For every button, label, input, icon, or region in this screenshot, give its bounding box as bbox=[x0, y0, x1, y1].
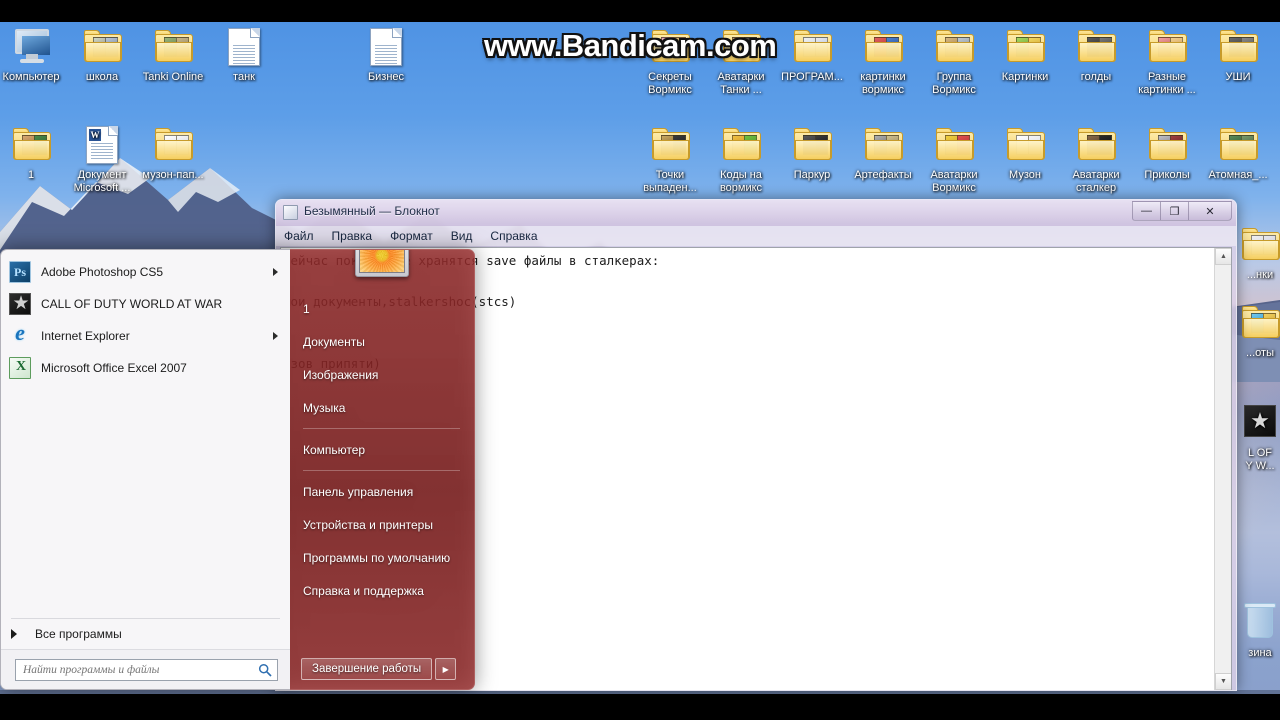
start-menu-right-item-computer[interactable]: Компьютер bbox=[290, 433, 474, 466]
internet-explorer-icon bbox=[9, 320, 31, 347]
notepad-app-icon bbox=[283, 205, 298, 220]
start-menu-item-label: Internet Explorer bbox=[41, 329, 130, 343]
divider bbox=[303, 470, 460, 471]
scroll-up-arrow[interactable]: ▲ bbox=[1215, 248, 1231, 265]
bandicam-watermark: www.Bandicam.com bbox=[484, 28, 777, 63]
start-menu-right-label: Компьютер bbox=[303, 442, 366, 457]
all-programs-button[interactable]: Все программы bbox=[1, 619, 290, 649]
screen: www.Bandicam.com Компьютер школа Tanki O… bbox=[0, 0, 1280, 720]
minimize-button[interactable]: — bbox=[1132, 201, 1161, 221]
start-menu-right-label: Справка и поддержка bbox=[303, 583, 424, 598]
maximize-button[interactable]: ❐ bbox=[1160, 201, 1189, 221]
shutdown-options-arrow[interactable]: ▶ bbox=[435, 658, 457, 680]
start-menu-right-panel: 1 Документы Изображения Музыка Компьютер… bbox=[290, 249, 475, 690]
start-menu-right-label: Устройства и принтеры bbox=[303, 517, 433, 532]
menu-view[interactable]: Вид bbox=[451, 229, 473, 243]
desktop-icon-label: УШИ bbox=[1225, 71, 1251, 83]
start-menu-right-label: Музыка bbox=[303, 400, 346, 415]
desktop-icon-label: танк bbox=[233, 71, 255, 83]
notepad-menubar: Файл Правка Формат Вид Справка bbox=[276, 226, 1236, 246]
chevron-right-icon bbox=[273, 268, 278, 276]
menu-help[interactable]: Справка bbox=[490, 229, 537, 243]
start-menu-right-item-user[interactable]: 1 bbox=[290, 292, 474, 325]
start-menu-item-call-of-duty[interactable]: CALL OF DUTY WORLD AT WAR bbox=[1, 288, 290, 320]
folder-icon bbox=[1192, 24, 1280, 70]
start-menu-right-label: Панель управления bbox=[303, 484, 414, 499]
desktop-icon-label: Бизнес bbox=[367, 71, 405, 83]
start-menu-right-item-documents[interactable]: Документы bbox=[290, 325, 474, 358]
search-box[interactable] bbox=[15, 658, 278, 681]
all-programs-section: Все программы bbox=[1, 618, 290, 649]
notepad-scrollbar[interactable]: ▲ ▼ bbox=[1214, 248, 1231, 690]
start-menu-item-photoshop[interactable]: Ps Adobe Photoshop CS5 bbox=[1, 256, 290, 288]
start-menu-right-item-default-programs[interactable]: Программы по умолчанию bbox=[290, 541, 474, 574]
flower-avatar-image bbox=[359, 250, 405, 273]
notepad-title: Безымянный — Блокнот bbox=[304, 204, 440, 218]
start-menu-item-label: CALL OF DUTY WORLD AT WAR bbox=[41, 297, 223, 311]
start-menu-right-item-help-support[interactable]: Справка и поддержка bbox=[290, 574, 474, 607]
notepad-titlebar[interactable]: Безымянный — Блокнот — ❐ ✕ bbox=[276, 200, 1236, 226]
window-controls: — ❐ ✕ bbox=[1132, 201, 1232, 222]
desktop-icon-label: музон-пап... bbox=[142, 169, 204, 181]
document-icon bbox=[340, 24, 432, 70]
menu-file[interactable]: Файл bbox=[284, 229, 314, 243]
folder-icon bbox=[127, 122, 219, 168]
start-menu-right-label: Документы bbox=[303, 334, 365, 349]
desktop-icon-tank[interactable]: танк bbox=[198, 24, 290, 84]
scroll-down-arrow[interactable]: ▼ bbox=[1215, 673, 1231, 690]
letterbox-top bbox=[0, 0, 1280, 22]
divider bbox=[303, 428, 460, 429]
chevron-right-icon bbox=[273, 332, 278, 340]
shutdown-section: Завершение работы ▶ bbox=[290, 658, 474, 689]
shutdown-button[interactable]: Завершение работы bbox=[301, 658, 433, 680]
search-icon[interactable] bbox=[258, 663, 272, 677]
excel-icon bbox=[9, 357, 32, 379]
start-menu-right-label: 1 bbox=[303, 301, 310, 316]
start-menu-item-label: Microsoft Office Excel 2007 bbox=[41, 361, 187, 375]
all-programs-label: Все программы bbox=[35, 627, 122, 641]
letterbox-bottom bbox=[0, 694, 1280, 720]
start-menu-search-section bbox=[1, 649, 290, 689]
search-input[interactable] bbox=[23, 663, 273, 676]
start-menu-right-label: Программы по умолчанию bbox=[303, 550, 451, 565]
avatar[interactable] bbox=[355, 250, 409, 277]
start-menu-right-item-pictures[interactable]: Изображения bbox=[290, 358, 474, 391]
call-of-duty-icon bbox=[9, 292, 32, 315]
close-button[interactable]: ✕ bbox=[1188, 201, 1232, 221]
desktop-icon-atomnaya[interactable]: Атомная_... bbox=[1192, 122, 1280, 182]
desktop-icon-muzon-papka[interactable]: музон-пап... bbox=[127, 122, 219, 182]
desktop-icon-ushi[interactable]: УШИ bbox=[1192, 24, 1280, 84]
start-menu-right-label: Изображения bbox=[303, 367, 379, 382]
start-menu-item-internet-explorer[interactable]: Internet Explorer bbox=[1, 320, 290, 352]
start-menu[interactable]: Ps Adobe Photoshop CS5 CALL OF DUTY WORL… bbox=[0, 249, 475, 690]
start-menu-right-item-music[interactable]: Музыка bbox=[290, 391, 474, 424]
start-menu-right-item-devices-printers[interactable]: Устройства и принтеры bbox=[290, 508, 474, 541]
folder-icon bbox=[1192, 122, 1280, 168]
desktop-icon-label: Атомная_... bbox=[1208, 169, 1268, 181]
desktop-icon-biznes[interactable]: Бизнес bbox=[340, 24, 432, 84]
chevron-right-icon bbox=[11, 629, 17, 639]
start-menu-item-label: Adobe Photoshop CS5 bbox=[41, 265, 164, 279]
start-menu-item-excel[interactable]: Microsoft Office Excel 2007 bbox=[1, 352, 290, 384]
document-icon bbox=[198, 24, 290, 70]
photoshop-icon: Ps bbox=[9, 261, 31, 283]
start-menu-right-item-control-panel[interactable]: Панель управления bbox=[290, 475, 474, 508]
start-menu-program-list: Ps Adobe Photoshop CS5 CALL OF DUTY WORL… bbox=[1, 250, 290, 384]
start-menu-left-panel: Ps Adobe Photoshop CS5 CALL OF DUTY WORL… bbox=[0, 249, 290, 690]
